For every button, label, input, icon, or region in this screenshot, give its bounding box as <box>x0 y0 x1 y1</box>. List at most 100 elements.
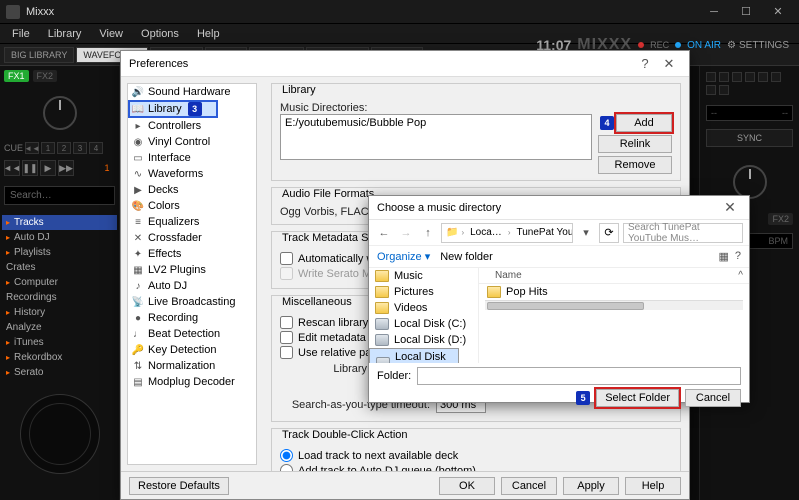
prefs-tree-controllers[interactable]: ▸Controllers <box>128 118 256 134</box>
nav-back-icon[interactable]: ← <box>375 224 393 242</box>
libtree-playlists[interactable]: ▸Playlists <box>2 245 117 260</box>
menu-file[interactable]: File <box>4 26 38 42</box>
libtree-recordings[interactable]: Recordings <box>2 290 117 305</box>
select-folder-button[interactable]: Select Folder <box>596 389 679 407</box>
menu-library[interactable]: Library <box>40 26 90 42</box>
horizontal-scrollbar[interactable] <box>485 300 743 310</box>
gain-knob-right[interactable] <box>733 165 767 199</box>
pad[interactable] <box>706 72 716 82</box>
menu-view[interactable]: View <box>91 26 131 42</box>
list-item[interactable]: Pop Hits <box>479 284 749 300</box>
libtree-analyze[interactable]: Analyze <box>2 320 117 335</box>
side-disk-d[interactable]: Local Disk (D:) <box>369 332 478 348</box>
pad[interactable] <box>732 72 742 82</box>
play-play[interactable]: ▶ <box>40 160 56 176</box>
cue-4[interactable]: 4 <box>89 142 103 154</box>
libtree-crates[interactable]: Crates <box>2 260 117 275</box>
menu-options[interactable]: Options <box>133 26 187 42</box>
prefs-tree-crossfader[interactable]: ✕Crossfader <box>128 230 256 246</box>
libtree-itunes[interactable]: ▸iTunes <box>2 335 117 350</box>
picker-cancel-button[interactable]: Cancel <box>685 389 741 407</box>
music-dirs-list[interactable]: E:/youtubemusic/Bubble Pop <box>280 114 592 160</box>
pad[interactable] <box>719 85 729 95</box>
cue-1[interactable]: 1 <box>41 142 55 154</box>
prefs-tree-library[interactable]: 📖Library3 <box>128 100 218 118</box>
pad[interactable] <box>771 72 781 82</box>
search-input[interactable]: Search… <box>4 186 115 205</box>
libtree-rekordbox[interactable]: ▸Rekordbox <box>2 350 117 365</box>
play-next[interactable]: ▶▶ <box>58 160 74 176</box>
libtree-serato[interactable]: ▸Serato <box>2 365 117 380</box>
folder-name-input[interactable] <box>417 367 741 385</box>
fx1-chip[interactable]: FX1 <box>4 70 29 82</box>
prefs-tree-broadcast[interactable]: 📡Live Broadcasting <box>128 294 256 310</box>
sync-button[interactable]: SYNC <box>706 129 793 147</box>
side-music[interactable]: Music <box>369 268 478 284</box>
remove-dir-button[interactable]: Remove <box>598 156 672 174</box>
new-folder-button[interactable]: New folder <box>440 251 493 263</box>
play-pause[interactable]: ❚❚ <box>22 160 38 176</box>
picker-search-input[interactable]: Search TunePat YouTube Mus… <box>623 223 743 243</box>
prefs-tree-sound[interactable]: 🔊Sound Hardware <box>128 84 256 100</box>
prefs-tree-key[interactable]: 🔑Key Detection <box>128 342 256 358</box>
side-disk-c[interactable]: Local Disk (C:) <box>369 316 478 332</box>
pad[interactable] <box>745 72 755 82</box>
add-dir-button[interactable]: Add <box>616 114 672 132</box>
fx2-chip[interactable]: FX2 <box>33 70 58 82</box>
view-mode-icon[interactable]: ▦ <box>718 250 728 263</box>
side-disk-e[interactable]: Local Disk (E:) <box>369 348 459 363</box>
prefs-tree-beat[interactable]: ♩Beat Detection <box>128 326 256 342</box>
prefs-tree-lv2[interactable]: ▦LV2 Plugins <box>128 262 256 278</box>
prefs-tree-eq[interactable]: ≡Equalizers <box>128 214 256 230</box>
prefs-tree-autodj[interactable]: ♪Auto DJ <box>128 278 256 294</box>
prefs-tree-vinyl[interactable]: ◉Vinyl Control <box>128 134 256 150</box>
fx2-chip-right[interactable]: FX2 <box>768 213 793 225</box>
help-button[interactable]: Help <box>625 477 681 495</box>
prefs-tree-decks[interactable]: ▶Decks <box>128 182 256 198</box>
prefs-help-icon[interactable]: ? <box>633 56 657 71</box>
prefs-tree-waveforms[interactable]: ∿Waveforms <box>128 166 256 182</box>
prefs-tree-norm[interactable]: ⇅Normalization <box>128 358 256 374</box>
prefs-tree-recording[interactable]: ●Recording <box>128 310 256 326</box>
prefs-tree-interface[interactable]: ▭Interface <box>128 150 256 166</box>
restore-defaults-button[interactable]: Restore Defaults <box>129 477 229 495</box>
relink-dir-button[interactable]: Relink <box>598 135 672 153</box>
breadcrumb[interactable]: 📁 › Loca… › TunePat YouTu… › <box>441 223 573 243</box>
prefs-tree-effects[interactable]: ✦Effects <box>128 246 256 262</box>
maximize-button[interactable]: ☐ <box>731 3 761 21</box>
prefs-tree-colors[interactable]: 🎨Colors <box>128 198 256 214</box>
close-button[interactable]: ✕ <box>763 3 793 21</box>
radio-autodj-bottom[interactable]: Add track to Auto DJ queue (bottom) <box>280 464 672 471</box>
picker-close-icon[interactable]: ✕ <box>719 199 741 216</box>
help-icon[interactable]: ? <box>735 250 741 263</box>
libtree-history[interactable]: ▸History <box>2 305 117 320</box>
libtree-tracks[interactable]: ▸Tracks <box>2 215 117 230</box>
tab-big-library[interactable]: BIG LIBRARY <box>4 47 74 63</box>
crumb-tunepat[interactable]: TunePat YouTu… <box>513 226 573 239</box>
menu-help[interactable]: Help <box>189 26 228 42</box>
organize-button[interactable]: Organize ▾ <box>377 250 430 263</box>
side-pictures[interactable]: Pictures <box>369 284 478 300</box>
side-videos[interactable]: Videos <box>369 300 478 316</box>
libtree-autodj[interactable]: ▸Auto DJ <box>2 230 117 245</box>
radio-load-deck[interactable]: Load track to next available deck <box>280 449 672 462</box>
ok-button[interactable]: OK <box>439 477 495 495</box>
crumb-dropdown-icon[interactable]: ▾ <box>577 224 595 242</box>
refresh-icon[interactable]: ⟳ <box>599 223 619 243</box>
list-header[interactable]: Name ^ <box>479 268 749 284</box>
prefs-close-icon[interactable]: ✕ <box>657 56 681 72</box>
apply-button[interactable]: Apply <box>563 477 619 495</box>
nav-up-icon[interactable]: ↑ <box>419 224 437 242</box>
libtree-computer[interactable]: ▸Computer <box>2 275 117 290</box>
minimize-button[interactable]: ─ <box>699 3 729 21</box>
cue-2[interactable]: 2 <box>57 142 71 154</box>
cue-3[interactable]: 3 <box>73 142 87 154</box>
play-prev[interactable]: ◄◄ <box>4 160 20 176</box>
prefs-tree-modplug[interactable]: ▤Modplug Decoder <box>128 374 256 390</box>
nav-forward-icon[interactable]: → <box>397 224 415 242</box>
col-name[interactable]: Name <box>495 270 738 281</box>
jog-platter[interactable] <box>20 394 100 474</box>
cancel-button[interactable]: Cancel <box>501 477 557 495</box>
settings-button[interactable]: ⚙ SETTINGS <box>727 40 789 51</box>
pad[interactable] <box>706 85 716 95</box>
